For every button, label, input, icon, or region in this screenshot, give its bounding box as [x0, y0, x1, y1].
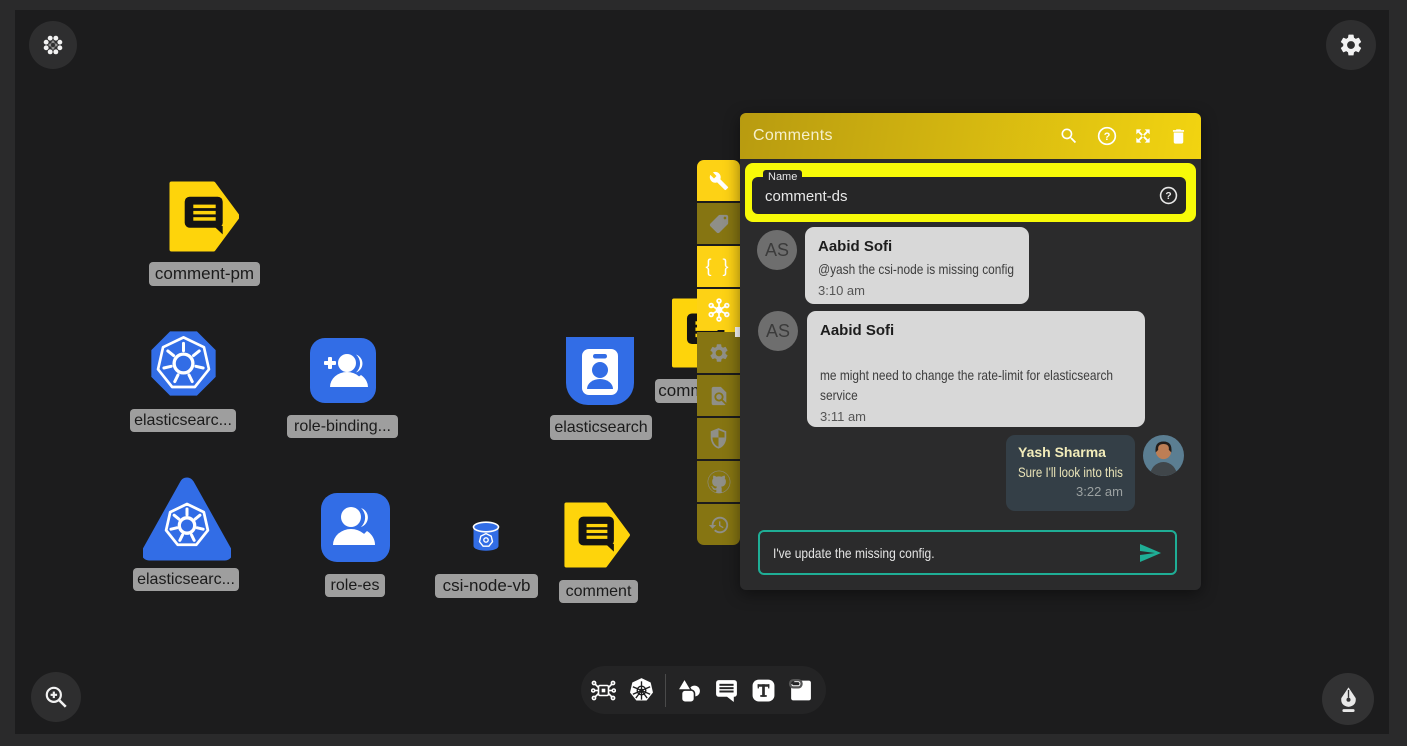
svg-text:?: ? [1165, 191, 1171, 202]
svg-text:?: ? [1104, 131, 1111, 143]
